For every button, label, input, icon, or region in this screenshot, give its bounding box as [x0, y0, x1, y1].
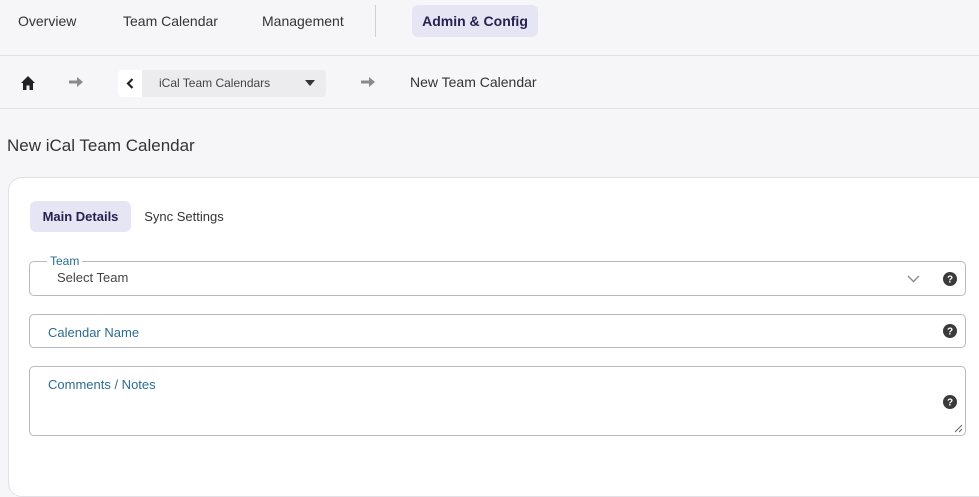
nav-team-calendar[interactable]: Team Calendar	[123, 12, 218, 38]
breadcrumb-parent-label: iCal Team Calendars	[159, 76, 271, 90]
caret-down-icon	[305, 80, 315, 86]
help-icon[interactable]: ?	[943, 272, 957, 286]
team-select-value: Select Team	[57, 270, 129, 285]
chevron-down-icon[interactable]	[907, 275, 920, 283]
arrow-right-icon	[361, 77, 375, 87]
arrow-right-icon	[69, 77, 83, 87]
svg-text:?: ?	[947, 275, 953, 286]
breadcrumb-parent-select[interactable]: iCal Team Calendars	[118, 70, 326, 97]
tab-sync-settings[interactable]: Sync Settings	[136, 201, 232, 232]
tab-main-details[interactable]: Main Details	[30, 201, 131, 232]
team-select[interactable]: Team Select Team ?	[29, 254, 966, 296]
help-icon[interactable]: ?	[943, 395, 957, 409]
comments-notes-textarea[interactable]: Comments / Notes ?	[29, 366, 966, 436]
svg-text:?: ?	[947, 398, 953, 409]
home-icon[interactable]	[20, 75, 36, 91]
page-title: New iCal Team Calendar	[7, 136, 195, 155]
team-label: Team	[47, 254, 83, 268]
breadcrumb: iCal Team Calendars New Team Calendar	[0, 57, 979, 109]
calendar-name-field[interactable]: Calendar Name ?	[29, 314, 966, 348]
help-icon[interactable]: ?	[943, 324, 957, 338]
chevron-left-icon[interactable]	[118, 70, 142, 97]
breadcrumb-current: New Team Calendar	[410, 74, 537, 90]
nav-divider	[375, 5, 376, 37]
comments-notes-label: Comments / Notes	[48, 377, 156, 392]
nav-management[interactable]: Management	[262, 12, 344, 38]
calendar-name-label: Calendar Name	[48, 325, 140, 340]
svg-text:?: ?	[947, 327, 953, 338]
nav-admin-config[interactable]: Admin & Config	[412, 5, 538, 37]
resize-handle-icon[interactable]	[954, 424, 963, 433]
top-navigation: Overview Team Calendar Management Admin …	[0, 0, 979, 56]
form-card: Main Details Sync Settings Team Select T…	[8, 177, 979, 497]
nav-overview[interactable]: Overview	[18, 12, 76, 38]
